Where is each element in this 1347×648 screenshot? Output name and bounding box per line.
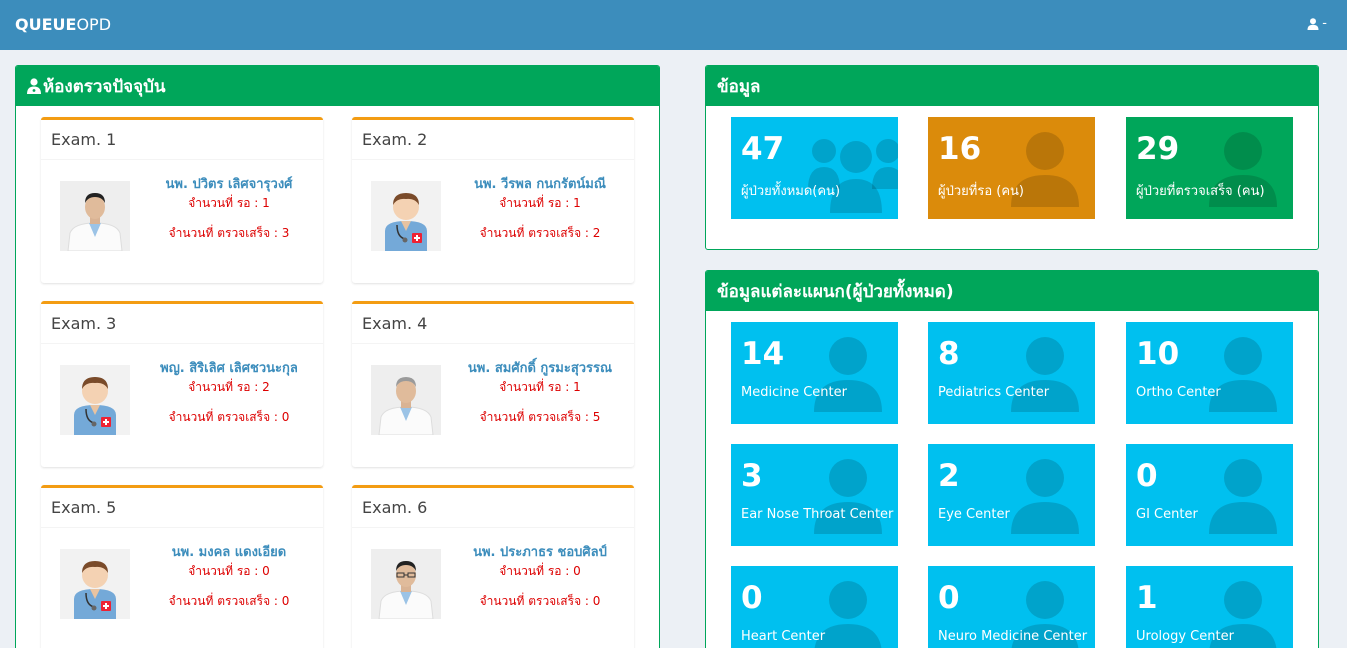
- completed-count: จำนวนที่ ตรวจเสร็จ : 3: [168, 226, 290, 240]
- completed-count: จำนวนที่ ตรวจเสร็จ : 0: [168, 594, 290, 608]
- doctor-photo: [371, 549, 441, 619]
- stat-label: ผู้ป่วยที่ตรวจเสร็จ (คน): [1136, 184, 1265, 199]
- completed-count: จำนวนที่ ตรวจเสร็จ : 0: [479, 594, 601, 608]
- department-stat-box[interactable]: 1 Urology Center: [1126, 566, 1293, 648]
- stat-label: Ortho Center: [1136, 385, 1221, 400]
- department-stat-box[interactable]: 0 Neuro Medicine Center: [928, 566, 1095, 648]
- doctor-photo: [60, 181, 130, 251]
- doctor-avatar-icon: [60, 549, 130, 619]
- exam-room-title: Exam. 3: [41, 304, 323, 344]
- stat-value: 0: [938, 580, 960, 616]
- info-stat-box[interactable]: 16 ผู้ป่วยที่รอ (คน): [928, 117, 1095, 219]
- panel-title: ข้อมูลแต่ละแผนก(ผู้ป่วยทั้งหมด): [717, 281, 954, 302]
- stat-label: Urology Center: [1136, 629, 1234, 644]
- stat-label: Pediatrics Center: [938, 385, 1050, 400]
- panel-header: ข้อมูล: [706, 66, 1318, 106]
- user-icon: [1203, 334, 1283, 414]
- panel-title: ข้อมูล: [717, 76, 761, 97]
- department-stat-box[interactable]: 8 Pediatrics Center: [928, 322, 1095, 424]
- info-stat-box[interactable]: 47 ผู้ป่วยทั้งหมด(คน): [731, 117, 898, 219]
- stat-value: 0: [1136, 458, 1158, 494]
- exam-room-card[interactable]: Exam. 6 นพ. ประภาธร ชอบศิลป์จำนวนที่ รอ :…: [352, 485, 634, 648]
- waiting-count: จำนวนที่ รอ : 2: [188, 380, 270, 394]
- exam-room-card[interactable]: Exam. 1 นพ. ปวิตร เลิศจารุวงศ์จำนวนที่ รอ…: [41, 117, 323, 283]
- waiting-count: จำนวนที่ รอ : 0: [188, 564, 270, 578]
- top-navbar: QUEUEOPD -: [0, 0, 1347, 50]
- brand-logo[interactable]: QUEUEOPD: [15, 15, 111, 34]
- stat-label: GI Center: [1136, 507, 1198, 522]
- stat-label: Neuro Medicine Center: [938, 629, 1088, 644]
- stat-label: Ear Nose Throat Center: [741, 507, 894, 522]
- user-icon: [1307, 17, 1319, 30]
- exam-room-card[interactable]: Exam. 2 นพ. วีรพล กนกรัตน์มณีจำนวนที่ รอ …: [352, 117, 634, 283]
- department-stat-box[interactable]: 0 Heart Center: [731, 566, 898, 648]
- doctor-name[interactable]: นพ. วีรพล กนกรัตน์มณี: [452, 173, 628, 194]
- stat-value: 10: [1136, 336, 1180, 372]
- exam-room-title: Exam. 4: [352, 304, 634, 344]
- stat-value: 3: [741, 458, 763, 494]
- doctor-name[interactable]: นพ. ประภาธร ชอบศิลป์: [452, 541, 628, 562]
- user-icon: [1005, 334, 1085, 414]
- exam-room-title: Exam. 1: [41, 120, 323, 160]
- waiting-count: จำนวนที่ รอ : 1: [499, 196, 581, 210]
- panel-header: ห้องตรวจปัจจุบัน: [16, 66, 659, 106]
- stat-value: 1: [1136, 580, 1158, 616]
- doctor-name[interactable]: พญ. สิริเลิศ เลิศชวนะกุล: [141, 357, 317, 378]
- department-stat-box[interactable]: 3 Ear Nose Throat Center: [731, 444, 898, 546]
- panel-header: ข้อมูลแต่ละแผนก(ผู้ป่วยทั้งหมด): [706, 271, 1318, 311]
- info-stat-box[interactable]: 29 ผู้ป่วยที่ตรวจเสร็จ (คน): [1126, 117, 1293, 219]
- stat-value: 0: [741, 580, 763, 616]
- waiting-count: จำนวนที่ รอ : 0: [499, 564, 581, 578]
- completed-count: จำนวนที่ ตรวจเสร็จ : 2: [479, 226, 601, 240]
- department-stat-box[interactable]: 14 Medicine Center: [731, 322, 898, 424]
- stat-label: ผู้ป่วยทั้งหมด(คน): [741, 184, 841, 199]
- exam-room-title: Exam. 2: [352, 120, 634, 160]
- user-menu[interactable]: -: [1307, 16, 1327, 31]
- stat-value: 29: [1136, 131, 1180, 167]
- doctor-name[interactable]: นพ. ปวิตร เลิศจารุวงศ์: [141, 173, 317, 194]
- stat-label: Eye Center: [938, 507, 1010, 522]
- stat-label: Heart Center: [741, 629, 826, 644]
- doctor-photo: [371, 365, 441, 435]
- doctor-avatar-icon: [60, 365, 130, 435]
- stat-value: 16: [938, 131, 982, 167]
- user-icon: [1203, 456, 1283, 536]
- user-icon: [808, 456, 888, 536]
- doctor-name[interactable]: นพ. สมศักดิ์ กูรมะสุวรรณ: [452, 357, 628, 378]
- doctor-icon: [27, 78, 41, 94]
- department-stat-box[interactable]: 2 Eye Center: [928, 444, 1095, 546]
- user-menu-label: -: [1322, 16, 1327, 31]
- stat-value: 8: [938, 336, 960, 372]
- completed-count: จำนวนที่ ตรวจเสร็จ : 0: [168, 410, 290, 424]
- exam-room-title: Exam. 5: [41, 488, 323, 528]
- waiting-count: จำนวนที่ รอ : 1: [499, 380, 581, 394]
- department-stat-box[interactable]: 0 GI Center: [1126, 444, 1293, 546]
- stat-value: 47: [741, 131, 785, 167]
- department-stat-box[interactable]: 10 Ortho Center: [1126, 322, 1293, 424]
- user-icon: [1005, 456, 1085, 536]
- doctor-name[interactable]: นพ. มงคล แดงเอียด: [141, 541, 317, 562]
- stat-value: 14: [741, 336, 785, 372]
- exam-room-card[interactable]: Exam. 3 พญ. สิริเลิศ เลิศชวนะกุลจำนวนที่ …: [41, 301, 323, 467]
- doctor-avatar-icon: [371, 181, 441, 251]
- panel-title: ห้องตรวจปัจจุบัน: [43, 76, 166, 97]
- stat-label: Medicine Center: [741, 385, 847, 400]
- waiting-count: จำนวนที่ รอ : 1: [188, 196, 270, 210]
- exam-room-title: Exam. 6: [352, 488, 634, 528]
- user-icon: [808, 334, 888, 414]
- stat-label: ผู้ป่วยที่รอ (คน): [938, 184, 1025, 199]
- completed-count: จำนวนที่ ตรวจเสร็จ : 5: [479, 410, 601, 424]
- stat-value: 2: [938, 458, 960, 494]
- exam-room-card[interactable]: Exam. 5 นพ. มงคล แดงเอียดจำนวนที่ รอ : 0 จ…: [41, 485, 323, 648]
- exam-room-card[interactable]: Exam. 4 นพ. สมศักดิ์ กูรมะสุวรรณจำนวนที่ …: [352, 301, 634, 467]
